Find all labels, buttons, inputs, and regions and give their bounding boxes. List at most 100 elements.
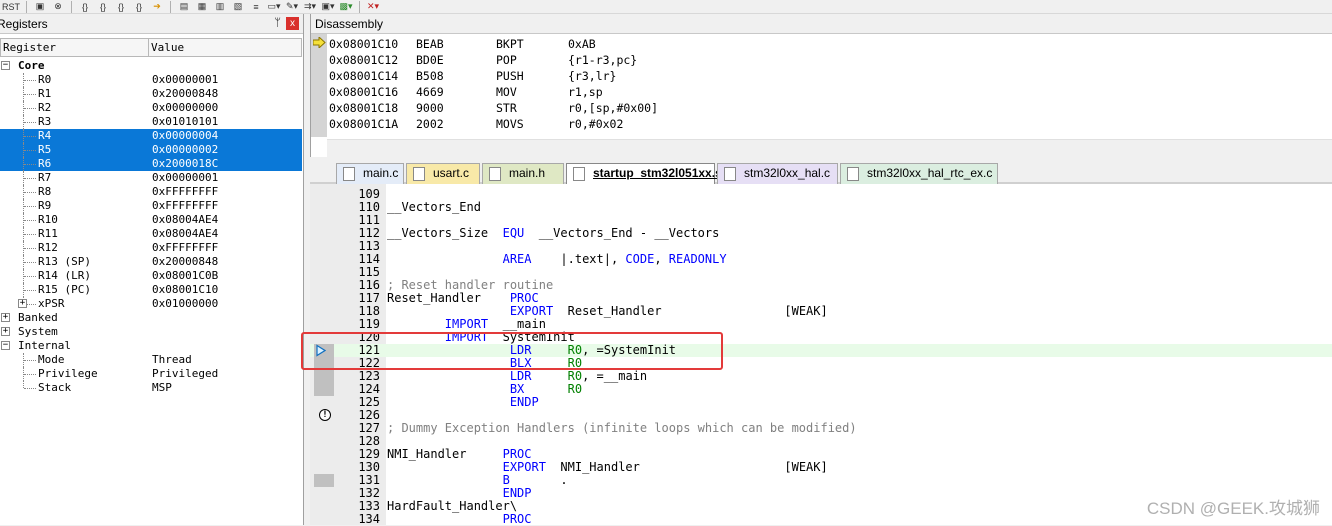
expand-icon[interactable]: +: [1, 327, 10, 336]
watch-window-icon[interactable]: ▭▾: [267, 1, 281, 13]
register-row[interactable]: R6 0x2000018C: [0, 157, 302, 171]
register-value[interactable]: 0x08004AE4: [152, 227, 218, 241]
symbols-window-icon[interactable]: ▥: [213, 1, 227, 13]
register-value[interactable]: 0x08001C10: [152, 283, 218, 297]
command-window-icon[interactable]: ▤: [177, 1, 191, 13]
register-row[interactable]: R3 0x01010101: [0, 115, 302, 129]
register-row[interactable]: R10 0x08004AE4: [0, 213, 302, 227]
tree-group-system[interactable]: + System: [0, 325, 302, 339]
register-row[interactable]: R15 (PC) 0x08001C10: [0, 283, 302, 297]
register-value[interactable]: 0x08004AE4: [152, 213, 218, 227]
tab-stm32l0xx-hal-c[interactable]: stm32l0xx_hal.c: [717, 163, 838, 184]
tab-startup-stm32l051xx-s[interactable]: startup_stm32l051xx.s: [566, 163, 722, 184]
current-instruction-arrow-icon: [313, 37, 326, 48]
registers-title-bar: Registers ᛘ x: [0, 14, 303, 34]
code-line[interactable]: 127; Dummy Exception Handlers (infinite …: [310, 422, 1332, 435]
register-name: R1: [38, 87, 52, 100]
executable-line-marker[interactable]: [314, 474, 334, 487]
run-icon[interactable]: ▣: [33, 1, 47, 13]
group-label: Internal: [18, 339, 71, 352]
register-value[interactable]: 0x00000002: [152, 143, 218, 157]
register-value[interactable]: 0x00000001: [152, 171, 218, 185]
internal-row[interactable]: Mode Thread: [0, 353, 302, 367]
disassembly-gutter[interactable]: [311, 34, 327, 137]
register-row[interactable]: R2 0x00000000: [0, 101, 302, 115]
tab-stm32l0xx-hal-rtc-ex-c[interactable]: stm32l0xx_hal_rtc_ex.c: [840, 163, 998, 184]
register-value[interactable]: 0x08001C0B: [152, 269, 218, 283]
tab-main-h[interactable]: main.h: [482, 163, 564, 184]
tab-usart-c[interactable]: usart.c: [406, 163, 480, 184]
code-text: ENDP: [509, 395, 539, 409]
tree-connector: [24, 388, 36, 389]
disassembly-window-icon[interactable]: ▦: [195, 1, 209, 13]
code-line[interactable]: 125 ENDP: [310, 396, 1332, 409]
pin-icon[interactable]: ᛘ: [274, 17, 281, 29]
tree-group-internal[interactable]: − Internal: [0, 339, 302, 353]
tree-connector: [23, 381, 24, 388]
column-register[interactable]: Register: [1, 39, 149, 56]
horizontal-scrollbar[interactable]: [327, 139, 1332, 157]
show-next-icon[interactable]: ➔: [150, 1, 164, 13]
close-icon[interactable]: x: [286, 17, 299, 30]
register-row[interactable]: R1 0x20000848: [0, 87, 302, 101]
register-value[interactable]: 0x00000004: [152, 129, 218, 143]
collapse-icon[interactable]: −: [1, 61, 10, 70]
register-value[interactable]: 0x20000848: [152, 87, 218, 101]
reset-button[interactable]: RST: [2, 1, 20, 13]
code-text: AREA |.text|, CODE, READONLY: [502, 252, 727, 266]
internal-row[interactable]: Stack MSP: [0, 381, 302, 395]
tree-group-core[interactable]: − Core: [0, 59, 302, 73]
register-name: R14 (LR): [38, 269, 91, 282]
stop-icon[interactable]: ⊗: [51, 1, 65, 13]
code-line[interactable]: 112 __Vectors_Size EQU __Vectors_End - __…: [310, 227, 1332, 240]
register-row[interactable]: R12 0xFFFFFFFF: [0, 241, 302, 255]
code-line[interactable]: 114 AREA |.text|, CODE, READONLY: [310, 253, 1332, 266]
collapse-icon[interactable]: −: [1, 341, 10, 350]
expand-icon[interactable]: +: [1, 313, 10, 322]
executable-line-marker[interactable]: [314, 383, 334, 396]
register-row[interactable]: + xPSR 0x01000000: [0, 297, 302, 311]
register-name: R9: [38, 199, 52, 212]
call-stack-icon[interactable]: ≡: [249, 1, 263, 13]
step-into-icon[interactable]: {}: [78, 1, 92, 13]
analysis-window-icon[interactable]: ▣▾: [321, 1, 335, 13]
serial-window-icon[interactable]: ⇉▾: [303, 1, 317, 13]
executable-line-marker[interactable]: [314, 370, 334, 383]
register-value[interactable]: 0x01010101: [152, 115, 218, 129]
register-value[interactable]: 0xFFFFFFFF: [152, 199, 218, 213]
register-row[interactable]: R0 0x00000001: [0, 73, 302, 87]
register-name: R6: [38, 157, 52, 170]
register-row[interactable]: R4 0x00000004: [0, 129, 302, 143]
trace-icon[interactable]: ▩▾: [339, 1, 353, 13]
register-value[interactable]: 0x2000018C: [152, 157, 218, 171]
step-out-icon[interactable]: {}: [114, 1, 128, 13]
register-value[interactable]: 0x20000848: [152, 255, 218, 269]
register-value[interactable]: 0x01000000: [152, 297, 218, 311]
register-row[interactable]: R11 0x08004AE4: [0, 227, 302, 241]
code-line[interactable]: 110 __Vectors_End: [310, 201, 1332, 214]
internal-row[interactable]: Privilege Privileged: [0, 367, 302, 381]
tab-main-c[interactable]: main.c: [336, 163, 404, 184]
memory-window-icon[interactable]: ✎▾: [285, 1, 299, 13]
register-row[interactable]: R8 0xFFFFFFFF: [0, 185, 302, 199]
register-row[interactable]: R5 0x00000002: [0, 143, 302, 157]
register-value[interactable]: 0xFFFFFFFF: [152, 241, 218, 255]
tree-connector: [24, 136, 36, 137]
register-value[interactable]: 0xFFFFFFFF: [152, 185, 218, 199]
step-over-icon[interactable]: {}: [96, 1, 110, 13]
expand-icon[interactable]: +: [18, 299, 27, 308]
register-row[interactable]: R14 (LR) 0x08001C0B: [0, 269, 302, 283]
registers-window-icon[interactable]: ▧: [231, 1, 245, 13]
tree-group-banked[interactable]: + Banked: [0, 311, 302, 325]
code-text: ; Dummy Exception Handlers (infinite loo…: [387, 421, 857, 435]
register-row[interactable]: R13 (SP) 0x20000848: [0, 255, 302, 269]
register-value[interactable]: 0x00000001: [152, 73, 218, 87]
tree-connector: [24, 122, 36, 123]
toolbox-icon[interactable]: ✕▾: [366, 1, 380, 13]
tree-connector: [24, 108, 36, 109]
register-row[interactable]: R7 0x00000001: [0, 171, 302, 185]
column-value[interactable]: Value: [149, 39, 184, 56]
register-row[interactable]: R9 0xFFFFFFFF: [0, 199, 302, 213]
register-value[interactable]: 0x00000000: [152, 101, 218, 115]
run-to-cursor-icon[interactable]: {}: [132, 1, 146, 13]
